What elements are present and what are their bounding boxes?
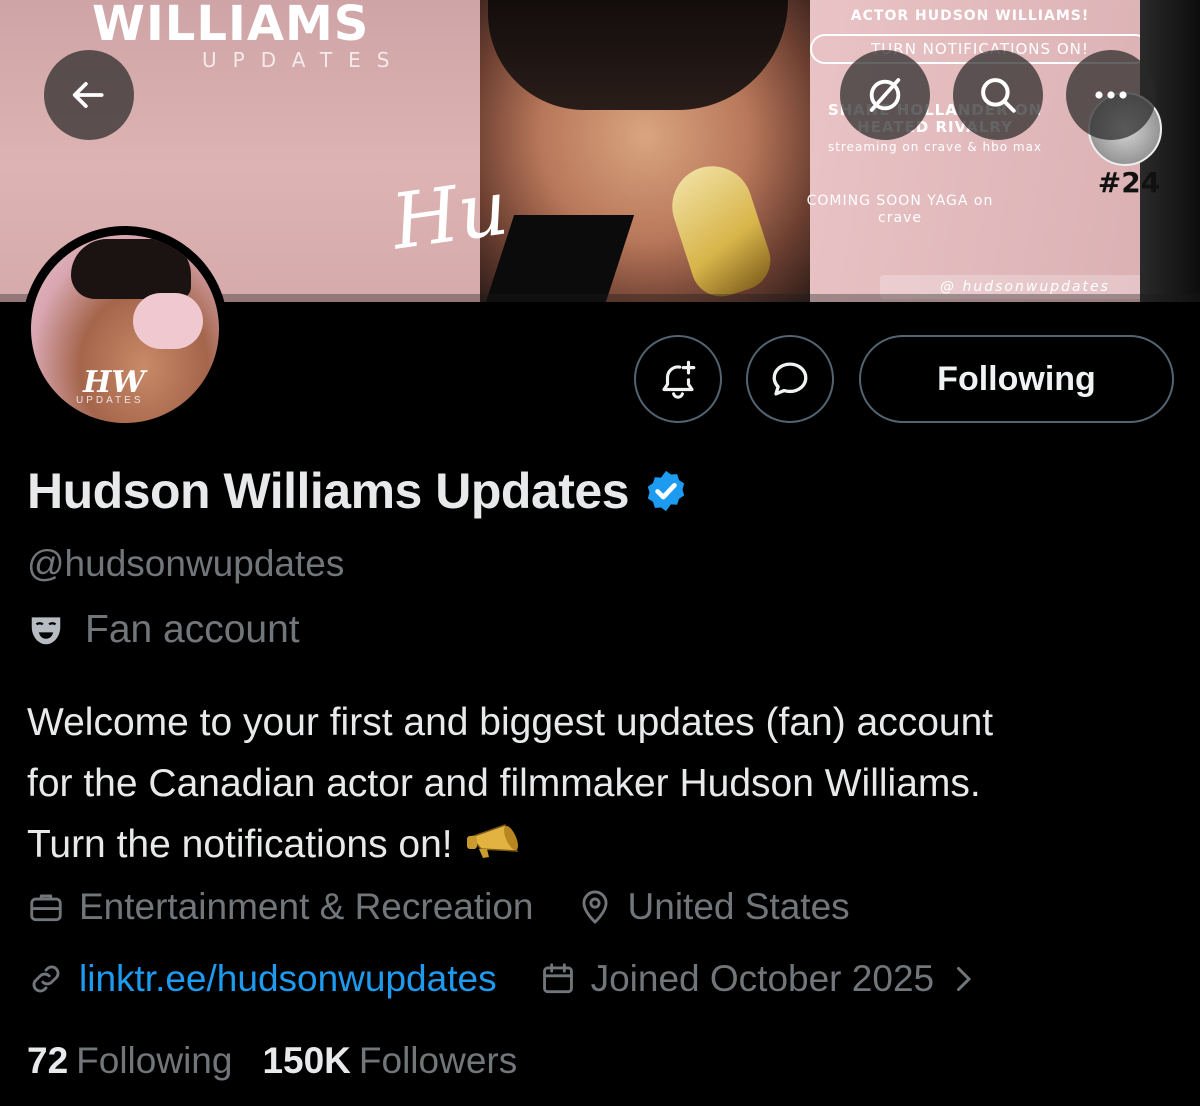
bio-line: Welcome to your first and biggest update… bbox=[27, 701, 994, 744]
back-button[interactable] bbox=[44, 50, 134, 140]
banner-wordmark-title: WILLIAMS bbox=[92, 0, 370, 52]
joined-date-text: Joined October 2025 bbox=[590, 958, 935, 999]
banner-signature: Hu bbox=[386, 162, 513, 267]
profile-meta-row-2: linktr.ee/hudsonwupdates Joined October … bbox=[27, 958, 1030, 1000]
website-link-text[interactable]: linktr.ee/hudsonwupdates bbox=[79, 958, 497, 1000]
location-text: United States bbox=[627, 886, 850, 927]
banner-promo-streaming: streaming on crave & hbo max bbox=[827, 140, 1043, 154]
professional-category: Entertainment & Recreation bbox=[27, 886, 534, 928]
notifications-button[interactable] bbox=[634, 335, 722, 423]
display-name: Hudson Williams Updates bbox=[27, 463, 630, 519]
following-label: Following bbox=[76, 1040, 233, 1081]
link-icon bbox=[32, 965, 60, 993]
bell-plus-icon bbox=[662, 360, 696, 399]
search-button[interactable] bbox=[953, 50, 1043, 140]
banner-photo bbox=[480, 0, 810, 302]
banner-promo-coming-soon: COMING SOON YAGA on crave bbox=[806, 193, 994, 226]
profile-handle: @hudsonwupdates bbox=[27, 543, 345, 584]
account-label: Fan account bbox=[27, 608, 300, 652]
bio-line: for the Canadian actor and filmmaker Hud… bbox=[27, 762, 981, 805]
followers-count-link[interactable]: 150K Followers bbox=[262, 1040, 517, 1082]
joined-date[interactable]: Joined October 2025 bbox=[539, 958, 989, 1000]
bio-line-last: Turn the notifications on! bbox=[27, 814, 1177, 875]
more-icon bbox=[1095, 91, 1127, 99]
message-button[interactable] bbox=[746, 335, 834, 423]
search-icon bbox=[981, 78, 1016, 113]
grok-button[interactable] bbox=[840, 50, 930, 140]
follow-stats: 72 Following 150K Followers bbox=[27, 1040, 547, 1082]
professional-category-text: Entertainment & Recreation bbox=[79, 886, 534, 927]
account-label-text: Fan account bbox=[85, 608, 300, 651]
message-icon bbox=[772, 362, 808, 396]
following-count-link[interactable]: 72 Following bbox=[27, 1040, 232, 1082]
grok-icon bbox=[869, 78, 901, 112]
avatar[interactable]: HW UPDATES bbox=[31, 235, 219, 423]
following-count: 72 bbox=[27, 1040, 69, 1081]
banner-promo-number: #24 bbox=[1097, 166, 1161, 199]
briefcase-icon bbox=[30, 894, 62, 922]
theater-mask-icon bbox=[31, 617, 61, 645]
arrow-left-icon bbox=[72, 82, 104, 108]
banner-wordmark-subtitle: UPDATES bbox=[202, 48, 406, 72]
display-name-row: Hudson Williams Updates bbox=[27, 462, 689, 520]
bio-line: Turn the notifications on! bbox=[27, 823, 453, 866]
megaphone-icon bbox=[466, 824, 518, 858]
calendar-icon bbox=[542, 963, 573, 994]
following-button[interactable]: Following bbox=[859, 335, 1174, 423]
avatar-logo-subtitle: UPDATES bbox=[76, 395, 144, 406]
banner-promo-line: ACTOR HUDSON WILLIAMS! bbox=[850, 8, 1090, 24]
location-pin-icon bbox=[582, 890, 608, 924]
verified-badge-icon[interactable] bbox=[643, 468, 689, 514]
more-button[interactable] bbox=[1066, 50, 1156, 140]
profile-meta-row: Entertainment & Recreation United States bbox=[27, 886, 892, 928]
chevron-right-icon bbox=[957, 967, 972, 991]
website-link[interactable]: linktr.ee/hudsonwupdates bbox=[27, 958, 497, 1000]
followers-count: 150K bbox=[262, 1040, 351, 1081]
profile-bio: Welcome to your first and biggest update… bbox=[27, 692, 1177, 875]
location: United States bbox=[576, 886, 850, 928]
followers-label: Followers bbox=[358, 1040, 518, 1081]
